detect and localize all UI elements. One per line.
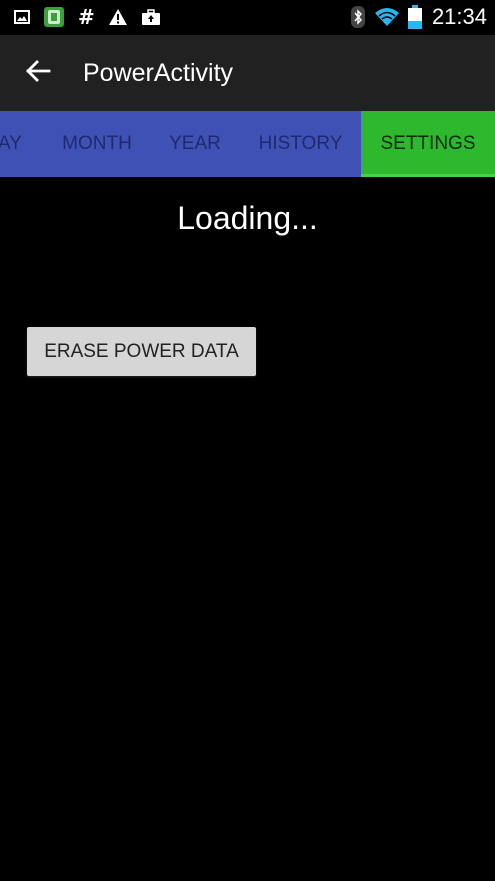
status-bar: # 21:34: [0, 0, 495, 35]
image-icon: [14, 9, 30, 25]
bluetooth-icon: [350, 5, 366, 29]
tab-day[interactable]: AY: [0, 111, 44, 177]
wifi-icon: [374, 7, 400, 27]
status-clock: 21:34: [431, 4, 487, 29]
selected-tab-indicator: [361, 174, 495, 177]
tab-year[interactable]: YEAR: [150, 111, 240, 177]
tab-bar: AY MONTH YEAR HISTORY SETTINGS: [0, 111, 495, 177]
warning-icon: [108, 8, 128, 26]
app-title: PowerActivity: [83, 59, 234, 87]
arrow-back-icon: [25, 59, 51, 87]
hash-icon: #: [78, 5, 95, 29]
loading-text: Loading...: [177, 200, 318, 236]
tab-month[interactable]: MONTH: [44, 111, 150, 177]
status-right-icons: 21:34: [350, 4, 487, 29]
app-notification-icon: [43, 6, 65, 28]
briefcase-upload-icon: [141, 8, 161, 26]
status-left-icons: #: [14, 6, 161, 28]
tab-history[interactable]: HISTORY: [240, 111, 361, 177]
back-button[interactable]: [14, 49, 62, 97]
app-toolbar: PowerActivity: [0, 35, 495, 111]
tab-settings[interactable]: SETTINGS: [361, 111, 495, 177]
erase-power-data-button[interactable]: ERASE POWER DATA: [27, 327, 256, 376]
battery-icon: [407, 5, 422, 29]
